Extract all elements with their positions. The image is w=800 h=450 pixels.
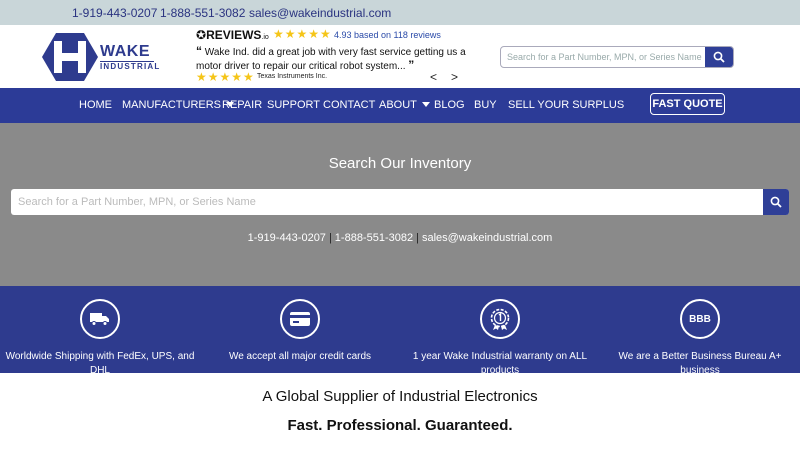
inventory-search-button[interactable] — [763, 189, 789, 215]
nav-item-manufacturers-label: MANUFACTURERS — [122, 99, 222, 111]
inventory-email[interactable]: sales@wakeindustrial.com — [422, 232, 552, 244]
page-headline: A Global Supplier of Industrial Electron… — [262, 388, 538, 405]
credit-card-icon — [290, 312, 310, 326]
inventory-title: Search Our Inventory — [328, 155, 472, 172]
feature-warranty: 1 year Wake Industrial warranty on ALL p… — [400, 286, 600, 373]
truck-icon — [90, 313, 109, 326]
logo-mark-icon — [42, 33, 98, 81]
contact-separator: | — [416, 232, 419, 244]
bbb-icon: BBB — [689, 313, 711, 325]
review-quote-text: Wake Ind. did a great job with very fast… — [196, 47, 466, 72]
reviews-io-logo[interactable]: ✪REVIEWS.io — [196, 28, 269, 42]
nav-item-manufacturers[interactable]: MANUFACTURERS — [122, 99, 235, 111]
review-next-button[interactable]: > — [451, 70, 458, 84]
inventory-search-section: Search Our Inventory 1-919-443-0207|1-88… — [0, 123, 800, 286]
feature-label: We are a Better Business Bureau A+ busin… — [618, 351, 782, 373]
feature-icon-circle — [80, 299, 120, 339]
nav-item-about[interactable]: ABOUT — [379, 99, 430, 111]
top-contact-bar: 1-919-443-0207 1-888-551-3082 sales@wake… — [0, 0, 800, 25]
nav-item-blog[interactable]: BLOG — [434, 99, 465, 111]
reviewer-name: Texas Instruments Inc. — [257, 73, 328, 80]
inventory-phone-2[interactable]: 1-888-551-3082 — [335, 232, 413, 244]
search-icon — [770, 196, 782, 208]
header-search-button[interactable] — [705, 47, 733, 67]
review-quote: “ Wake Ind. did a great job with very fa… — [196, 45, 466, 73]
reviews-brand-suffix: .io — [261, 34, 269, 41]
nav-item-home[interactable]: HOME — [79, 99, 112, 111]
logo-word-industrial: INDUSTRIAL — [100, 62, 161, 71]
logo-word-wake: WAKE — [100, 43, 150, 60]
phone-link-2[interactable]: 1-888-551-3082 — [160, 6, 245, 20]
nav-item-repair[interactable]: REPAIR — [222, 99, 262, 111]
feature-label: Worldwide Shipping with FedEx, UPS, and … — [5, 351, 195, 373]
rating-stars: ★★★★★ — [273, 27, 332, 41]
email-link[interactable]: sales@wakeindustrial.com — [249, 6, 391, 20]
site-logo[interactable]: WAKE INDUSTRIAL — [42, 31, 162, 83]
features-strip: Worldwide Shipping with FedEx, UPS, and … — [0, 286, 800, 373]
warranty-badge-icon — [490, 308, 510, 330]
page-subheadline: Fast. Professional. Guaranteed. — [287, 417, 513, 434]
feature-credit-cards: We accept all major credit cards — [200, 286, 400, 373]
nav-item-about-label: ABOUT — [379, 99, 417, 111]
phone-link-1[interactable]: 1-919-443-0207 — [72, 6, 157, 20]
inventory-search-input[interactable] — [11, 189, 761, 215]
header-search-box — [500, 46, 734, 68]
feature-label: We accept all major credit cards — [228, 351, 372, 362]
reviews-io-star-icon: ✪ — [196, 28, 207, 42]
feature-icon-circle: BBB — [680, 299, 720, 339]
rating-summary[interactable]: 4.93 based on 118 reviews — [334, 30, 441, 40]
feature-icon-circle — [480, 299, 520, 339]
feature-label: 1 year Wake Industrial warranty on ALL p… — [412, 351, 588, 373]
nav-item-buy[interactable]: BUY — [474, 99, 497, 111]
review-stars: ★★★★★ — [196, 70, 255, 84]
inventory-search-box — [11, 189, 789, 215]
close-quote-icon: ” — [408, 58, 415, 72]
inventory-phone-1[interactable]: 1-919-443-0207 — [248, 232, 326, 244]
fast-quote-button[interactable]: FAST QUOTE — [650, 93, 725, 115]
nav-item-sell-surplus[interactable]: SELL YOUR SURPLUS — [508, 99, 624, 111]
review-prev-button[interactable]: < — [430, 70, 437, 84]
site-header: WAKE INDUSTRIAL ✪REVIEWS.io ★★★★★ 4.93 b… — [0, 25, 800, 88]
nav-item-support[interactable]: SUPPORT — [267, 99, 320, 111]
search-icon — [713, 51, 725, 63]
nav-item-contact[interactable]: CONTACT — [323, 99, 375, 111]
open-quote-icon: “ — [196, 44, 202, 58]
feature-shipping: Worldwide Shipping with FedEx, UPS, and … — [0, 286, 200, 373]
header-search-input[interactable] — [501, 47, 706, 67]
feature-icon-circle — [280, 299, 320, 339]
chevron-down-icon — [421, 102, 430, 107]
reviews-brand-text: REVIEWS — [206, 28, 262, 42]
main-nav: HOME MANUFACTURERS REPAIR SUPPORT CONTAC… — [0, 88, 800, 123]
inventory-contacts: 1-919-443-0207 | 1-888-551-3082 | sales@wake… — [0, 232, 800, 244]
feature-bbb: BBB We are a Better Business Bureau A+ b… — [600, 286, 800, 373]
contact-separator: | — [328, 232, 332, 244]
